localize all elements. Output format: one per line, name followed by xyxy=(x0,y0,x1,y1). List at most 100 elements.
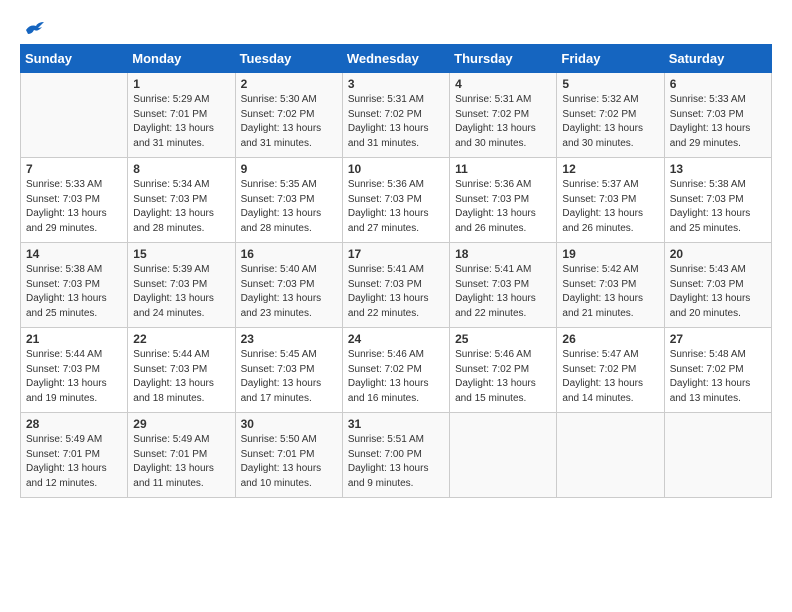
day-info: Sunrise: 5:41 AMSunset: 7:03 PMDaylight:… xyxy=(348,263,444,321)
day-number: 18 xyxy=(455,247,551,261)
day-number: 13 xyxy=(670,162,766,176)
week-row-3: 14 Sunrise: 5:38 AMSunset: 7:03 PMDayligh… xyxy=(21,243,772,328)
day-cell: 9 Sunrise: 5:35 AMSunset: 7:03 PMDaylight… xyxy=(235,158,342,243)
day-info: Sunrise: 5:38 AMSunset: 7:03 PMDaylight:… xyxy=(670,178,766,236)
day-number: 29 xyxy=(133,417,229,431)
day-info: Sunrise: 5:49 AMSunset: 7:01 PMDaylight:… xyxy=(133,433,229,491)
day-cell: 20Sunrise: 5:43 AMSunset: 7:03 PMDayligh… xyxy=(664,243,771,328)
day-number: 31 xyxy=(348,417,444,431)
logo xyxy=(20,20,46,34)
day-number: 20 xyxy=(670,247,766,261)
day-cell: 3 Sunrise: 5:31 AMSunset: 7:02 PMDaylight… xyxy=(342,73,449,158)
week-row-4: 21Sunrise: 5:44 AMSunset: 7:03 PMDayligh… xyxy=(21,328,772,413)
day-info: Sunrise: 5:37 AMSunset: 7:03 PMDaylight:… xyxy=(562,178,658,236)
day-number: 16 xyxy=(241,247,337,261)
day-cell: 5Sunrise: 5:32 AMSunset: 7:02 PMDaylight… xyxy=(557,73,664,158)
day-info: Sunrise: 5:48 AMSunset: 7:02 PMDaylight:… xyxy=(670,348,766,406)
day-info: Sunrise: 5:38 AMSunset: 7:03 PMDaylight:… xyxy=(26,263,122,321)
day-cell: 8 Sunrise: 5:34 AMSunset: 7:03 PMDaylight… xyxy=(128,158,235,243)
day-cell: 31 Sunrise: 5:51 AMSunset: 7:00 PMDayligh… xyxy=(342,413,449,498)
day-number: 10 xyxy=(348,162,444,176)
day-number: 5 xyxy=(562,77,658,91)
day-number: 26 xyxy=(562,332,658,346)
day-number: 27 xyxy=(670,332,766,346)
day-number: 24 xyxy=(348,332,444,346)
day-cell: 2 Sunrise: 5:30 AMSunset: 7:02 PMDaylight… xyxy=(235,73,342,158)
day-number: 8 xyxy=(133,162,229,176)
header-cell-saturday: Saturday xyxy=(664,45,771,73)
day-info: Sunrise: 5:31 AMSunset: 7:02 PMDaylight:… xyxy=(455,93,551,151)
day-info: Sunrise: 5:31 AMSunset: 7:02 PMDaylight:… xyxy=(348,93,444,151)
day-info: Sunrise: 5:35 AMSunset: 7:03 PMDaylight:… xyxy=(241,178,337,236)
day-number: 2 xyxy=(241,77,337,91)
day-cell: 6Sunrise: 5:33 AMSunset: 7:03 PMDaylight… xyxy=(664,73,771,158)
header-cell-sunday: Sunday xyxy=(21,45,128,73)
day-info: Sunrise: 5:33 AMSunset: 7:03 PMDaylight:… xyxy=(26,178,122,236)
day-cell: 10 Sunrise: 5:36 AMSunset: 7:03 PMDayligh… xyxy=(342,158,449,243)
week-row-1: 1 Sunrise: 5:29 AMSunset: 7:01 PMDaylight… xyxy=(21,73,772,158)
day-number: 1 xyxy=(133,77,229,91)
day-cell: 15 Sunrise: 5:39 AMSunset: 7:03 PMDayligh… xyxy=(128,243,235,328)
day-cell: 19Sunrise: 5:42 AMSunset: 7:03 PMDayligh… xyxy=(557,243,664,328)
day-info: Sunrise: 5:46 AMSunset: 7:02 PMDaylight:… xyxy=(455,348,551,406)
day-number: 7 xyxy=(26,162,122,176)
day-cell: 29 Sunrise: 5:49 AMSunset: 7:01 PMDayligh… xyxy=(128,413,235,498)
logo-bird-icon xyxy=(24,20,46,38)
day-info: Sunrise: 5:29 AMSunset: 7:01 PMDaylight:… xyxy=(133,93,229,151)
header-cell-wednesday: Wednesday xyxy=(342,45,449,73)
day-number: 14 xyxy=(26,247,122,261)
day-info: Sunrise: 5:34 AMSunset: 7:03 PMDaylight:… xyxy=(133,178,229,236)
day-cell: 16 Sunrise: 5:40 AMSunset: 7:03 PMDayligh… xyxy=(235,243,342,328)
day-cell: 17 Sunrise: 5:41 AMSunset: 7:03 PMDayligh… xyxy=(342,243,449,328)
day-cell: 24Sunrise: 5:46 AMSunset: 7:02 PMDayligh… xyxy=(342,328,449,413)
day-cell xyxy=(557,413,664,498)
day-cell xyxy=(450,413,557,498)
day-cell: 12 Sunrise: 5:37 AMSunset: 7:03 PMDayligh… xyxy=(557,158,664,243)
day-cell: 4 Sunrise: 5:31 AMSunset: 7:02 PMDaylight… xyxy=(450,73,557,158)
day-number: 4 xyxy=(455,77,551,91)
day-info: Sunrise: 5:50 AMSunset: 7:01 PMDaylight:… xyxy=(241,433,337,491)
day-info: Sunrise: 5:39 AMSunset: 7:03 PMDaylight:… xyxy=(133,263,229,321)
day-number: 15 xyxy=(133,247,229,261)
day-number: 19 xyxy=(562,247,658,261)
day-info: Sunrise: 5:51 AMSunset: 7:00 PMDaylight:… xyxy=(348,433,444,491)
day-number: 12 xyxy=(562,162,658,176)
day-cell: 18Sunrise: 5:41 AMSunset: 7:03 PMDayligh… xyxy=(450,243,557,328)
day-number: 17 xyxy=(348,247,444,261)
day-cell: 27 Sunrise: 5:48 AMSunset: 7:02 PMDayligh… xyxy=(664,328,771,413)
day-number: 11 xyxy=(455,162,551,176)
day-number: 3 xyxy=(348,77,444,91)
day-number: 28 xyxy=(26,417,122,431)
day-number: 30 xyxy=(241,417,337,431)
day-info: Sunrise: 5:40 AMSunset: 7:03 PMDaylight:… xyxy=(241,263,337,321)
day-info: Sunrise: 5:44 AMSunset: 7:03 PMDaylight:… xyxy=(26,348,122,406)
day-cell: 7 Sunrise: 5:33 AMSunset: 7:03 PMDaylight… xyxy=(21,158,128,243)
day-cell: 28Sunrise: 5:49 AMSunset: 7:01 PMDayligh… xyxy=(21,413,128,498)
header-cell-tuesday: Tuesday xyxy=(235,45,342,73)
day-cell: 14 Sunrise: 5:38 AMSunset: 7:03 PMDayligh… xyxy=(21,243,128,328)
day-cell: 11 Sunrise: 5:36 AMSunset: 7:03 PMDayligh… xyxy=(450,158,557,243)
day-info: Sunrise: 5:45 AMSunset: 7:03 PMDaylight:… xyxy=(241,348,337,406)
day-cell xyxy=(664,413,771,498)
day-info: Sunrise: 5:36 AMSunset: 7:03 PMDaylight:… xyxy=(455,178,551,236)
day-number: 9 xyxy=(241,162,337,176)
day-cell: 23 Sunrise: 5:45 AMSunset: 7:03 PMDayligh… xyxy=(235,328,342,413)
day-info: Sunrise: 5:36 AMSunset: 7:03 PMDaylight:… xyxy=(348,178,444,236)
day-cell: 21Sunrise: 5:44 AMSunset: 7:03 PMDayligh… xyxy=(21,328,128,413)
day-number: 25 xyxy=(455,332,551,346)
day-cell: 25 Sunrise: 5:46 AMSunset: 7:02 PMDayligh… xyxy=(450,328,557,413)
calendar-table: SundayMondayTuesdayWednesdayThursdayFrid… xyxy=(20,44,772,498)
day-info: Sunrise: 5:44 AMSunset: 7:03 PMDaylight:… xyxy=(133,348,229,406)
day-info: Sunrise: 5:47 AMSunset: 7:02 PMDaylight:… xyxy=(562,348,658,406)
day-cell: 1 Sunrise: 5:29 AMSunset: 7:01 PMDaylight… xyxy=(128,73,235,158)
day-cell: 26 Sunrise: 5:47 AMSunset: 7:02 PMDayligh… xyxy=(557,328,664,413)
day-number: 23 xyxy=(241,332,337,346)
day-number: 22 xyxy=(133,332,229,346)
week-row-2: 7 Sunrise: 5:33 AMSunset: 7:03 PMDaylight… xyxy=(21,158,772,243)
week-row-5: 28 Sunrise: 5:49 AMSunset: 7:01 PMDayligh… xyxy=(21,413,772,498)
header-cell-monday: Monday xyxy=(128,45,235,73)
day-cell: 22 Sunrise: 5:44 AMSunset: 7:03 PMDayligh… xyxy=(128,328,235,413)
day-number: 6 xyxy=(670,77,766,91)
day-info: Sunrise: 5:30 AMSunset: 7:02 PMDaylight:… xyxy=(241,93,337,151)
page-header xyxy=(20,20,772,34)
